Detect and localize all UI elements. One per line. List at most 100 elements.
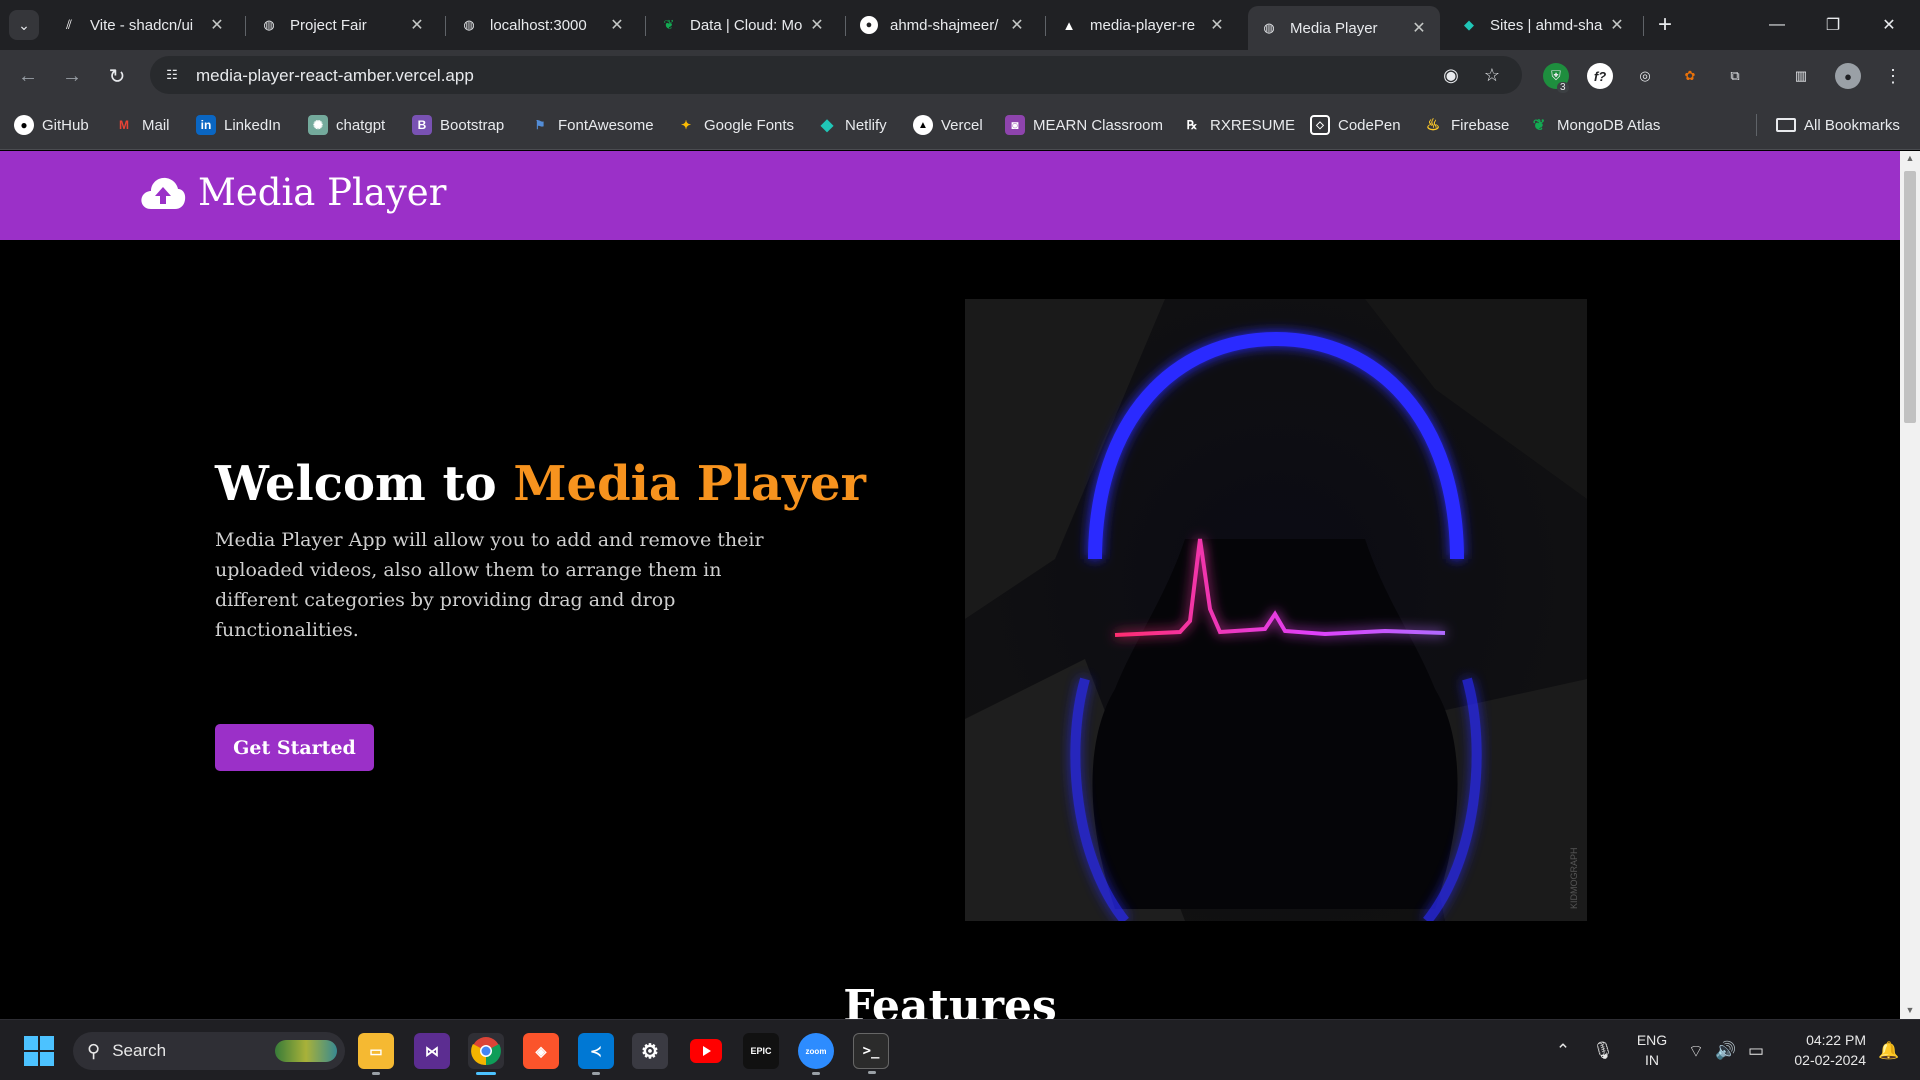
tab-project-fair[interactable]: ◍ Project Fair ✕: [248, 8, 438, 42]
bookmark-chatgpt[interactable]: ✺ chatgpt: [308, 114, 385, 136]
taskbar-search-box[interactable]: ⚲ Search: [73, 1032, 345, 1070]
bookmark-mail[interactable]: M Mail: [114, 114, 170, 136]
bookmarks-bar: ● GitHub M Mail in LinkedIn ✺ chatgpt B …: [0, 100, 1920, 150]
tab-localhost[interactable]: ◍ localhost:3000 ✕: [448, 8, 638, 42]
site-info-icon[interactable]: ☷: [162, 65, 182, 85]
microphone-icon[interactable]: 🎙: [1590, 1038, 1616, 1064]
reload-button[interactable]: ↻: [101, 60, 133, 92]
mongodb-leaf-icon: ❦: [663, 17, 675, 32]
bookmark-google-fonts[interactable]: ✦ Google Fonts: [676, 114, 794, 136]
close-icon[interactable]: ✕: [1008, 15, 1026, 35]
brave-icon[interactable]: ◈: [523, 1033, 559, 1069]
bootstrap-icon: B: [412, 115, 432, 135]
mongodb-leaf-icon: ❦: [1532, 117, 1546, 134]
tab-vite[interactable]: ⫽ Vite - shadcn/ui ✕: [48, 8, 238, 42]
settings-icon[interactable]: ⚙: [632, 1033, 668, 1069]
more-menu-icon[interactable]: ⋮: [1880, 63, 1906, 89]
bookmark-linkedin[interactable]: in LinkedIn: [196, 114, 281, 136]
bookmark-rxresume[interactable]: ℞ RXRESUME: [1182, 114, 1295, 136]
close-icon[interactable]: ✕: [208, 15, 226, 35]
bookmark-label: FontAwesome: [558, 116, 654, 134]
close-icon[interactable]: ✕: [808, 15, 826, 35]
rx-icon: ℞: [1186, 118, 1198, 132]
minimize-button[interactable]: —: [1754, 8, 1800, 42]
tab-netlify-sites[interactable]: ◆ Sites | ahmd-sha ✕: [1448, 8, 1638, 42]
tab-mongodb-cloud[interactable]: ❦ Data | Cloud: Mo ✕: [648, 8, 838, 42]
scrollbar-thumb[interactable]: [1904, 171, 1916, 423]
scroll-down-arrow-icon[interactable]: ▼: [1905, 1005, 1915, 1015]
terminal-icon[interactable]: >_: [853, 1033, 889, 1074]
target-extension-icon[interactable]: ◎: [1632, 63, 1658, 89]
tab-media-player[interactable]: ◍ Media Player ✕: [1248, 6, 1440, 50]
google-fonts-icon: ✦: [680, 118, 692, 132]
bookmark-label: CodePen: [1338, 116, 1401, 134]
extensions-puzzle-icon[interactable]: ⧉: [1722, 63, 1748, 89]
close-window-button[interactable]: ✕: [1866, 8, 1912, 42]
show-hidden-icons-chevron-icon[interactable]: ⌃: [1550, 1038, 1576, 1064]
font-extension-icon[interactable]: f?: [1587, 63, 1613, 89]
tab-search-button[interactable]: ⌄: [9, 10, 39, 40]
bookmark-fontawesome[interactable]: ⚑ FontAwesome: [530, 114, 654, 136]
globe-icon: ◍: [1263, 20, 1275, 35]
chatgpt-icon: ✺: [308, 115, 328, 135]
bookmark-label: LinkedIn: [224, 116, 281, 134]
page-scrollbar[interactable]: ▲ ▼: [1900, 151, 1920, 1019]
scroll-up-arrow-icon[interactable]: ▲: [1905, 153, 1915, 163]
language-indicator[interactable]: ENG IN: [1634, 1030, 1670, 1070]
bookmark-label: All Bookmarks: [1804, 116, 1900, 134]
bookmark-bootstrap[interactable]: B Bootstrap: [412, 114, 504, 136]
close-icon[interactable]: ✕: [608, 15, 626, 35]
back-button[interactable]: ←: [12, 60, 44, 92]
bookmark-mearn-classroom[interactable]: ◙ MEARN Classroom: [1005, 114, 1163, 136]
tab-title: Media Player: [1290, 19, 1378, 37]
gmail-icon: M: [119, 118, 129, 132]
close-icon[interactable]: ✕: [1410, 18, 1428, 38]
profile-avatar-icon[interactable]: ●: [1835, 63, 1861, 89]
vscode-icon[interactable]: ≺: [578, 1033, 614, 1075]
bookmark-label: Vercel: [941, 116, 983, 134]
all-bookmarks-folder[interactable]: All Bookmarks: [1776, 114, 1900, 136]
search-highlight-image: [275, 1040, 337, 1062]
netlify-icon: ◆: [820, 117, 834, 134]
youtube-icon[interactable]: [688, 1033, 724, 1069]
bookmark-github[interactable]: ● GitHub: [14, 114, 89, 136]
side-panel-icon[interactable]: ▥: [1788, 63, 1814, 89]
vite-icon: ⫽: [66, 17, 72, 32]
file-explorer-icon[interactable]: ▭: [358, 1033, 394, 1075]
wifi-icon[interactable]: ⌔: [1683, 1038, 1709, 1064]
epic-games-icon[interactable]: EPIC: [743, 1033, 779, 1069]
close-icon[interactable]: ✕: [1208, 15, 1226, 35]
eye-off-icon[interactable]: ◉: [1440, 64, 1462, 86]
bookmark-codepen[interactable]: ◇ CodePen: [1310, 114, 1401, 136]
url-text[interactable]: media-player-react-amber.vercel.app: [196, 66, 474, 86]
site-brand[interactable]: Media Player: [140, 171, 446, 214]
bookmark-label: Bootstrap: [440, 116, 505, 134]
zoom-icon[interactable]: zoom: [798, 1033, 834, 1075]
bookmark-mongodb-atlas[interactable]: ❦ MongoDB Atlas: [1529, 114, 1661, 136]
visual-studio-icon[interactable]: ⋈: [414, 1033, 450, 1069]
bookmark-firebase[interactable]: ♨ Firebase: [1423, 114, 1510, 136]
new-tab-button[interactable]: +: [1650, 10, 1680, 40]
close-icon[interactable]: ✕: [408, 15, 426, 35]
tab-vercel[interactable]: ▲ media-player-re ✕: [1048, 8, 1238, 42]
bookmark-vercel[interactable]: ▲ Vercel: [913, 114, 983, 136]
windows-start-icon[interactable]: [24, 1036, 54, 1066]
hero-title-prefix: Welcom to: [215, 456, 497, 512]
notifications-icon[interactable]: 🔔: [1876, 1038, 1902, 1064]
forward-button[interactable]: →: [56, 60, 88, 92]
chrome-icon[interactable]: [468, 1033, 504, 1075]
system-clock[interactable]: 04:22 PM 02-02-2024: [1784, 1030, 1866, 1070]
tab-github[interactable]: ● ahmd-shajmeer/ ✕: [848, 8, 1038, 42]
address-bar[interactable]: ☷ media-player-react-amber.vercel.app ◉ …: [150, 56, 1522, 94]
bookmark-star-icon[interactable]: ☆: [1481, 64, 1503, 86]
github-icon: ●: [14, 115, 34, 135]
battery-icon[interactable]: ▭: [1743, 1038, 1769, 1064]
cookie-extension-icon[interactable]: ✿: [1677, 63, 1703, 89]
bookmark-netlify[interactable]: ◆ Netlify: [817, 114, 887, 136]
get-started-button[interactable]: Get Started: [215, 724, 374, 771]
volume-icon[interactable]: 🔊: [1713, 1038, 1739, 1064]
tab-title: localhost:3000: [490, 16, 587, 34]
vercel-icon: ▲: [913, 115, 933, 135]
restore-button[interactable]: ❐: [1810, 8, 1856, 42]
close-icon[interactable]: ✕: [1608, 15, 1626, 35]
